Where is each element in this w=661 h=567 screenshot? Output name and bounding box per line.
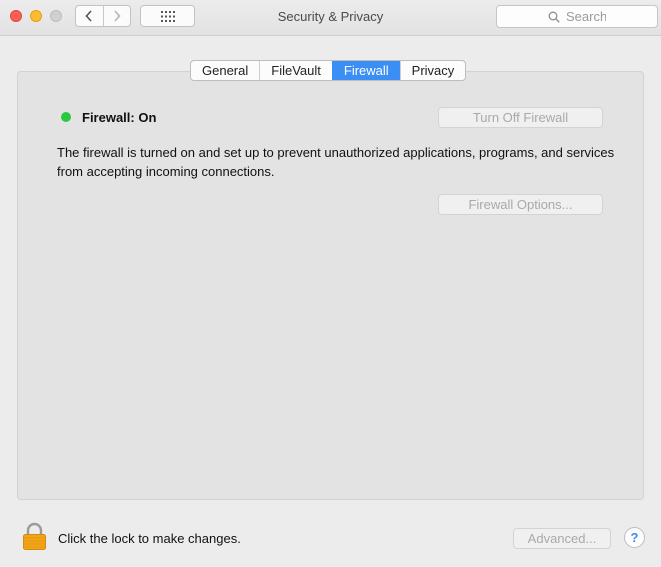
firewall-status-label: Firewall: On [82,110,157,125]
search-input[interactable] [566,9,606,24]
lock-label: Click the lock to make changes. [58,531,241,546]
title-bar: Security & Privacy [0,0,661,36]
tab-bar: General FileVault Firewall Privacy [190,60,467,81]
tab-filevault[interactable]: FileVault [259,61,332,80]
tab-firewall[interactable]: Firewall [331,61,400,80]
tab-privacy[interactable]: Privacy [399,61,466,80]
firewall-status-indicator [61,112,71,122]
tab-general[interactable]: General [191,61,259,80]
turn-off-firewall-button[interactable]: Turn Off Firewall [438,107,603,128]
content-panel [17,71,644,500]
help-button[interactable]: ? [624,527,645,548]
firewall-options-button[interactable]: Firewall Options... [438,194,603,215]
firewall-description: The firewall is turned on and set up to … [57,145,615,179]
advanced-button[interactable]: Advanced... [513,528,611,549]
search-field[interactable] [496,5,658,28]
magnifier-icon [548,11,560,23]
lock-icon[interactable] [22,522,47,550]
